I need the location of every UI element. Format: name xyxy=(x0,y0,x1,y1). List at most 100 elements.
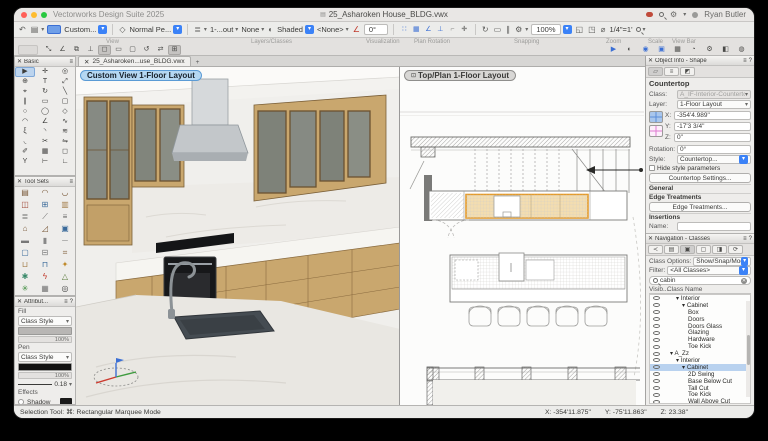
visibility-eye-icon[interactable] xyxy=(653,365,660,369)
offset-tool[interactable]: ≋ xyxy=(55,127,75,137)
door-tool[interactable]: ◫ xyxy=(15,199,35,211)
menu-icon[interactable]: ≡ xyxy=(743,236,747,242)
help-icon[interactable]: ? xyxy=(749,58,752,64)
nav-tab-layers[interactable]: ▤ xyxy=(664,245,679,254)
class-row[interactable]: Base Below Cut xyxy=(650,378,750,385)
saved-view-dropdown[interactable]: Custom... ▾ xyxy=(64,25,107,34)
class-dropdown[interactable]: None ▾ xyxy=(241,25,264,34)
class-row[interactable]: ▾ Interior xyxy=(650,357,750,364)
class-row[interactable]: Doors Glass xyxy=(650,323,750,330)
hvac-tool[interactable]: ✱ xyxy=(15,271,35,283)
clear-search-icon[interactable]: ✕ xyxy=(741,278,747,284)
nav-tab-sheets[interactable]: ▢ xyxy=(696,245,711,254)
search-icon[interactable] xyxy=(659,12,664,17)
hardscape-tool[interactable]: ▦ xyxy=(35,283,55,295)
pan-tool[interactable]: ✛ xyxy=(35,67,55,77)
framing-tool[interactable]: ⌗ xyxy=(55,247,75,259)
furniture-tool[interactable]: ⊔ xyxy=(15,259,35,271)
class-row[interactable]: Hardware xyxy=(650,336,750,343)
edge-treatments-button[interactable]: Edge Treatments... xyxy=(649,202,751,212)
x-coordinate-field[interactable]: -354'4.989" xyxy=(674,111,751,120)
snap-mode-icon[interactable]: ∷ xyxy=(399,24,410,35)
class-row[interactable]: ▾ Cabinet xyxy=(650,364,750,371)
camera-tool[interactable]: ◎ xyxy=(55,283,75,295)
selection-mode-icon[interactable]: ⊥ xyxy=(84,45,97,55)
lighting-tool[interactable]: ✦ xyxy=(55,259,75,271)
polygon-tool[interactable]: ◇ xyxy=(55,107,75,117)
visibility-eye-icon[interactable] xyxy=(653,303,660,307)
mirror-tool[interactable]: ⇋ xyxy=(55,137,75,147)
freehand-tool[interactable]: ∿ xyxy=(55,117,75,127)
undo-view-icon[interactable]: ↶ xyxy=(18,25,27,35)
window-tool[interactable]: ⊞ xyxy=(35,199,55,211)
zoom-tool[interactable]: ⊕ xyxy=(15,77,35,87)
visibility-eye-icon[interactable] xyxy=(653,317,660,321)
plumbing-tool[interactable]: ⊓ xyxy=(35,259,55,271)
saved-views-menu[interactable]: ▤ ▾ xyxy=(30,25,45,35)
rotate-tool[interactable]: ↻ xyxy=(35,87,55,97)
help-icon[interactable]: ? xyxy=(749,236,752,242)
viewbar-config-icon[interactable]: ⚙ xyxy=(703,45,716,55)
class-list-header[interactable]: Visib... Class Name xyxy=(649,286,751,294)
line-tool[interactable]: ╲ xyxy=(55,87,75,97)
space-tool[interactable]: ▢ xyxy=(15,247,35,259)
quarter-arc-tool[interactable]: ◝ xyxy=(35,127,55,137)
insertions-section[interactable]: Insertions xyxy=(649,213,751,221)
layers-menu[interactable]: ≣ ▾ xyxy=(193,25,207,35)
snap-mode-icon[interactable]: ⌐ xyxy=(447,24,458,35)
scale-indicator[interactable]: 1/4"=1' xyxy=(609,25,632,34)
visibility-icon[interactable]: ◐ xyxy=(267,25,274,35)
viewbar-config-icon[interactable]: ◧ xyxy=(719,45,732,55)
selection-mode-icon[interactable]: ⤡ xyxy=(42,45,55,55)
current-view-icon[interactable] xyxy=(47,25,61,34)
class-row[interactable]: 2D Swing xyxy=(650,371,750,378)
close-icon[interactable]: ✕ xyxy=(17,178,22,185)
projection-icon[interactable]: ◇ xyxy=(118,25,126,35)
close-icon[interactable]: ✕ xyxy=(648,235,653,242)
visibility-eye-icon[interactable] xyxy=(653,331,660,335)
shadow-swatch[interactable] xyxy=(60,398,72,405)
nav-tab-viewports[interactable]: ◨ xyxy=(712,245,727,254)
minimize-window-button[interactable] xyxy=(31,12,37,18)
menu-icon[interactable]: ≡ xyxy=(69,179,73,185)
view-label-plan[interactable]: ⊡ Top/Plan 1-Floor Layout xyxy=(404,70,516,81)
user-avatar[interactable] xyxy=(692,12,698,18)
island-sink[interactable] xyxy=(499,253,524,281)
no-crop-icon[interactable]: ⌀ xyxy=(600,25,607,35)
viewbar-config-icon[interactable]: ◍ xyxy=(735,45,748,55)
fill-style-dropdown[interactable]: Class Style ▾ xyxy=(18,316,72,326)
curved-wall-tool[interactable]: ◠ xyxy=(35,187,55,199)
fit-view-icon[interactable]: ▭ xyxy=(493,25,503,35)
viewbar-config-icon[interactable]: ◉ xyxy=(639,45,652,55)
crop-visible-icon[interactable]: ◱ xyxy=(575,25,585,35)
split-tool[interactable]: Y xyxy=(15,157,35,167)
tall-cabinet[interactable] xyxy=(84,97,132,245)
selection-mode-icon[interactable]: ⇄ xyxy=(154,45,167,55)
layer-dropdown[interactable]: 1-...out ▾ xyxy=(210,25,238,34)
plan-rotation-field[interactable]: 0° xyxy=(364,24,388,35)
class-row[interactable]: Doors xyxy=(650,316,750,323)
close-tab-icon[interactable]: ✕ xyxy=(84,58,89,66)
visibility-eye-icon[interactable] xyxy=(653,324,660,328)
selection-mode-icon[interactable]: ◻ xyxy=(98,45,111,55)
view-label-3d[interactable]: Custom View 1-Floor Layout xyxy=(80,70,202,81)
bar-stools[interactable] xyxy=(469,306,607,326)
visibility-eye-icon[interactable] xyxy=(653,338,660,342)
viewbar-config-icon[interactable]: ▶ xyxy=(607,45,620,55)
menu-icon[interactable]: ≡ xyxy=(64,299,68,305)
selection-mode-icon[interactable]: ▭ xyxy=(112,45,125,55)
upper-cabinets-right[interactable] xyxy=(254,95,386,201)
cloud-sync-icon[interactable] xyxy=(646,12,653,17)
visibility-eye-icon[interactable] xyxy=(653,379,660,383)
zoom-dropdown[interactable]: 100% ▾ xyxy=(531,24,571,35)
selection-mode-icon[interactable]: ∠ xyxy=(56,45,69,55)
class-row[interactable]: Toe Kick xyxy=(650,343,750,350)
round-wall-tool[interactable]: ◡ xyxy=(55,187,75,199)
magnifier-menu[interactable]: ▾ xyxy=(636,26,646,33)
menu-icon[interactable]: ≡ xyxy=(743,58,747,64)
plant-tool[interactable]: ✳ xyxy=(15,283,35,295)
move-page-tool[interactable]: ⤢ xyxy=(55,77,75,87)
trim-tool[interactable]: ⊢ xyxy=(35,157,55,167)
viewbar-config-icon[interactable]: ◔ xyxy=(687,45,700,55)
pen-color-swatch[interactable] xyxy=(18,363,72,371)
